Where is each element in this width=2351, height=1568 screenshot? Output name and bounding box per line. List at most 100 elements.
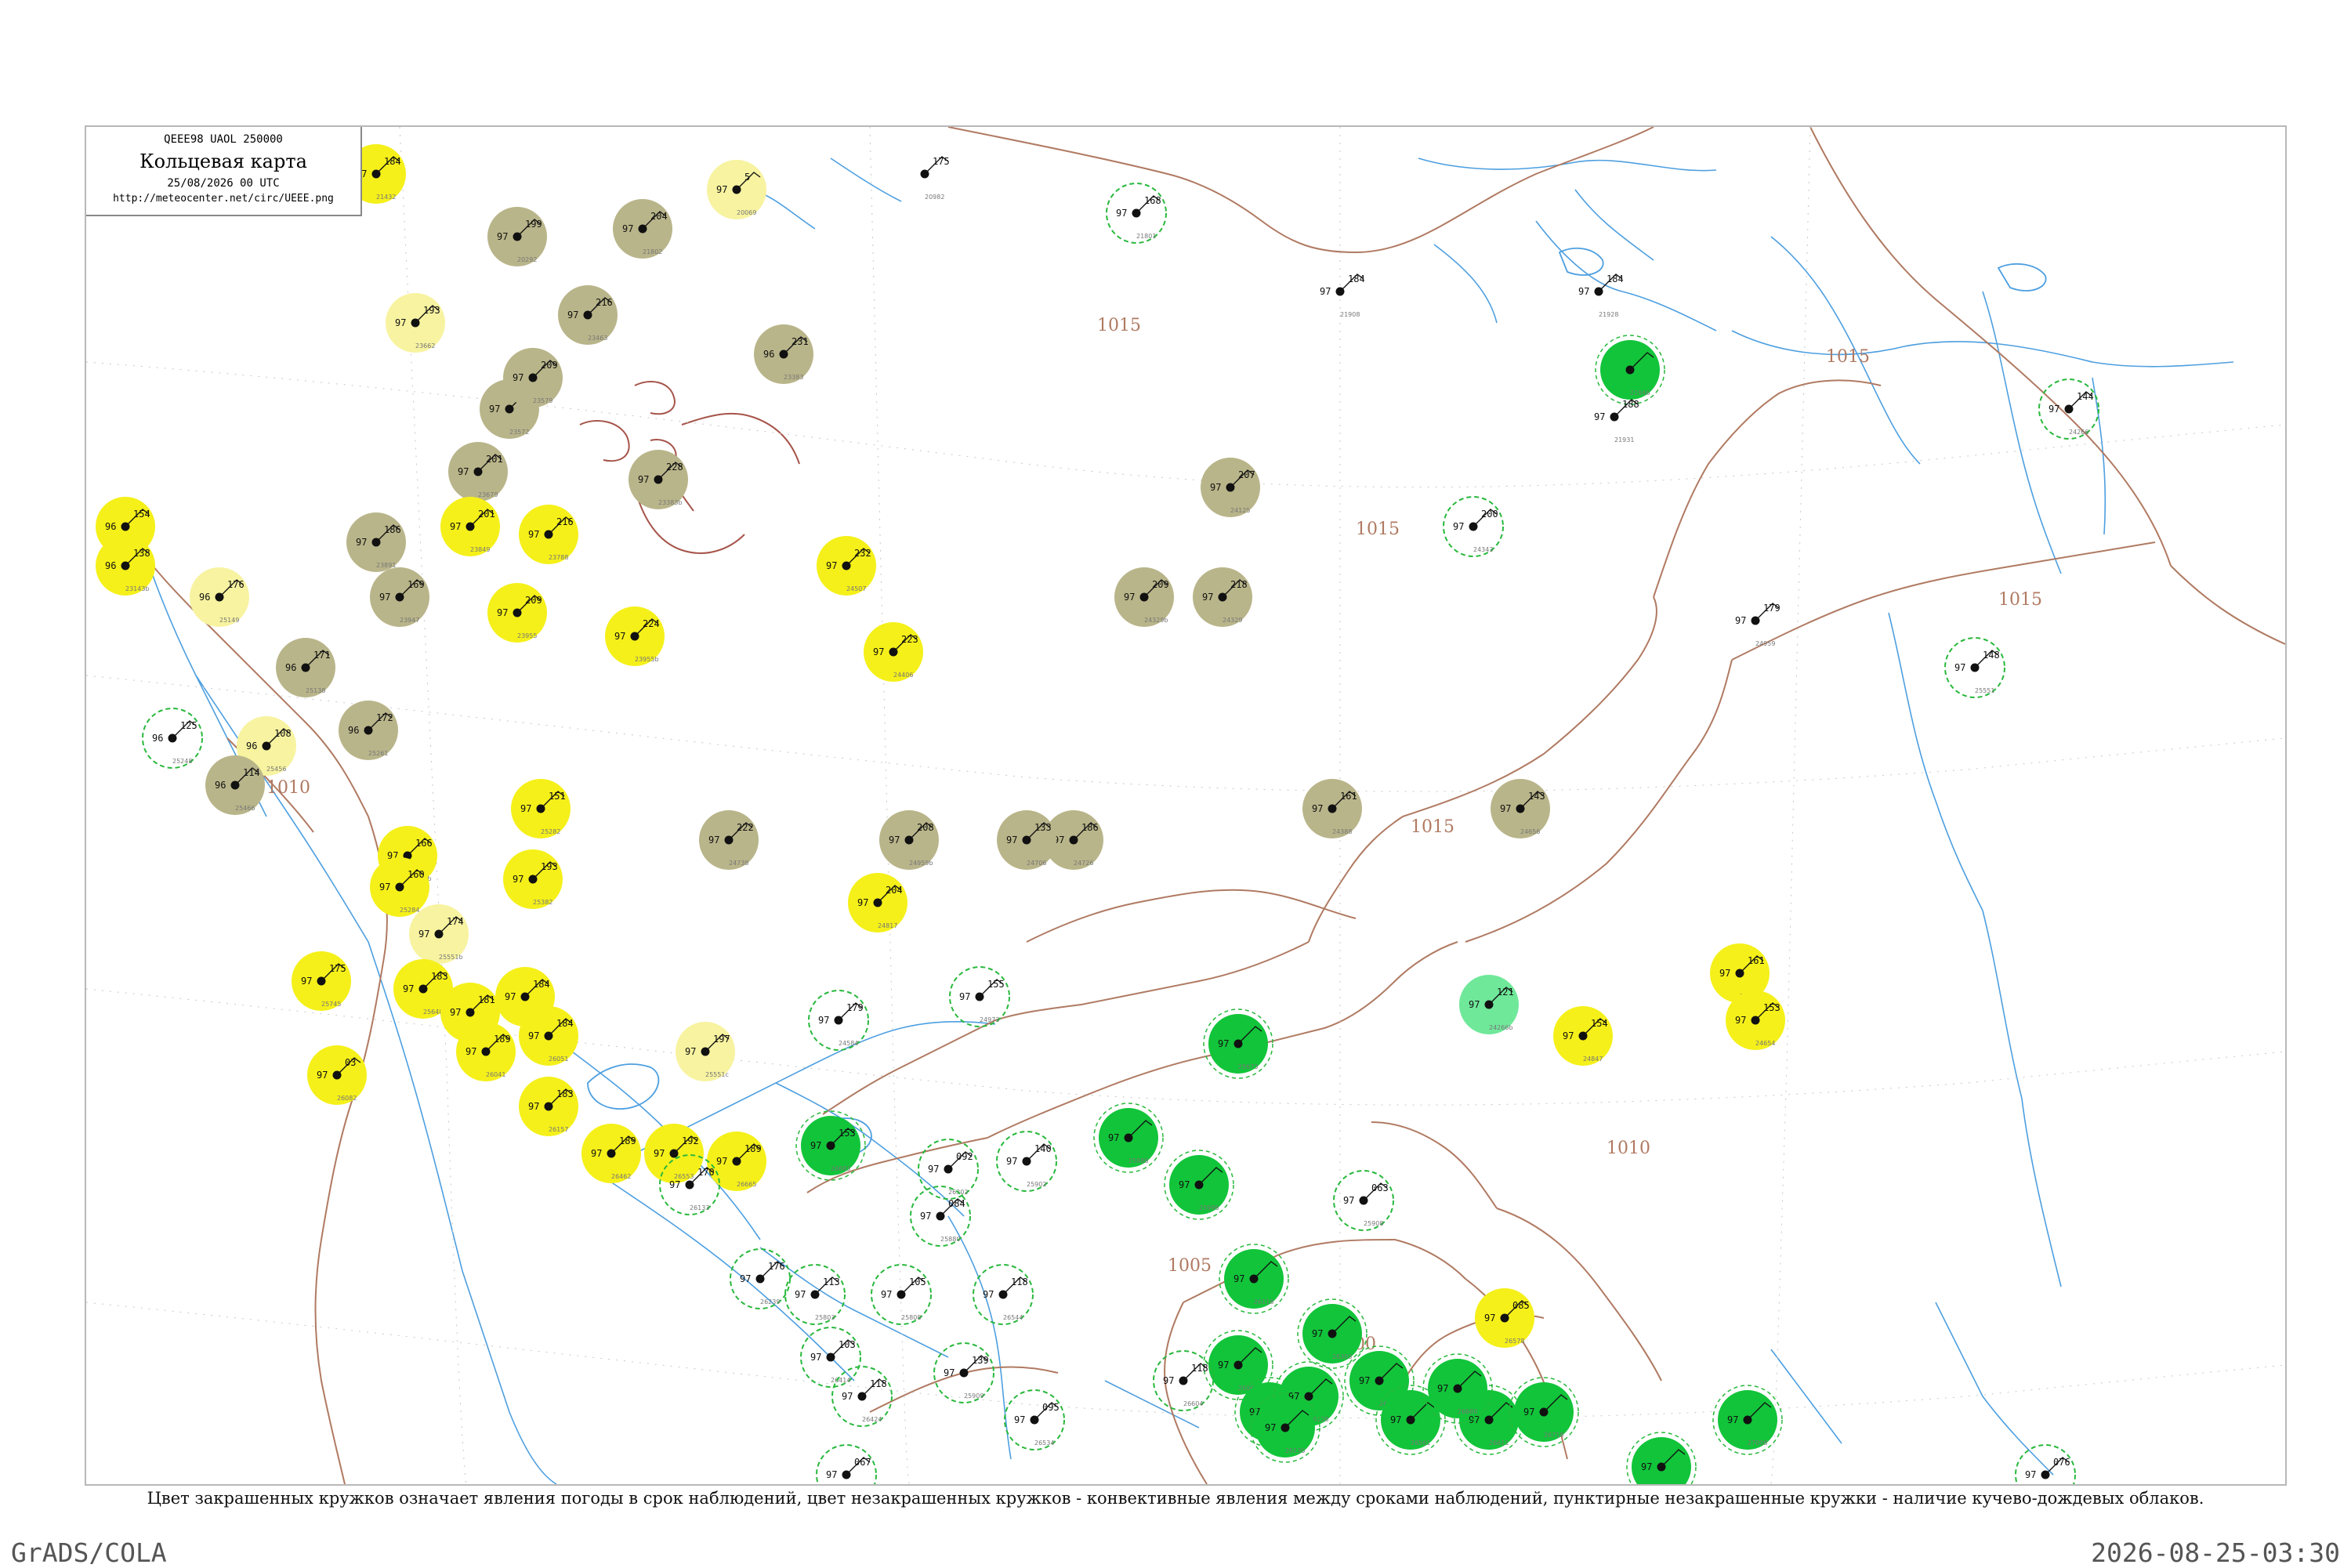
- station-25909: 97 139 25909: [933, 1342, 994, 1403]
- station-temperature: 96: [105, 560, 116, 571]
- station-index: 26561: [1411, 1439, 1430, 1447]
- station-index: 26665: [737, 1181, 756, 1188]
- water-layer: [132, 158, 2234, 1484]
- station-index: 21432: [376, 194, 396, 201]
- station-24959: 97 179 24959: [1735, 603, 1780, 647]
- station-index: 24266b: [1489, 1024, 1513, 1031]
- station-index: 23579: [533, 397, 552, 404]
- station-temperature: 97: [1108, 1132, 1119, 1143]
- station-index: 24584: [839, 1040, 858, 1047]
- footer-timestamp: 2026-08-25-03:30: [2091, 1537, 2340, 1568]
- station-index: 24343: [1473, 546, 1493, 553]
- station-temperature: 97: [669, 1179, 680, 1190]
- station-pressure: 183: [431, 971, 448, 982]
- station-pressure: 161: [1340, 791, 1357, 802]
- station-index: 23788: [549, 554, 568, 561]
- station-index: 26611: [1489, 1439, 1509, 1447]
- station-27008: 97 27008: [1712, 1385, 1783, 1455]
- station-21802: 97 204 21802: [613, 199, 672, 259]
- station-index: 24388: [1332, 828, 1352, 835]
- station-index: 25908: [1364, 1220, 1383, 1227]
- station-26534: 97 095 26534: [1004, 1389, 1065, 1450]
- station-index: 23849: [470, 546, 490, 553]
- station-temperature: 97: [591, 1148, 602, 1159]
- station-pressure: 139: [972, 1355, 989, 1366]
- station-pressure: 161: [1748, 955, 1765, 966]
- station-temperature: 97: [520, 803, 531, 814]
- station-temperature: 97: [489, 404, 500, 415]
- station-pressure: 216: [596, 297, 613, 308]
- station-26041: 97 189 26041: [456, 1022, 516, 1081]
- station-pressure: 222: [737, 822, 754, 833]
- station-26947: 9726947: [1626, 1432, 1697, 1484]
- station-index: 26578: [1505, 1338, 1524, 1345]
- station-temperature: 97: [944, 1367, 955, 1378]
- map-date: 25/08/2026 00 UTC: [167, 177, 280, 190]
- station-temperature: 97: [1437, 1383, 1448, 1394]
- station-23383: 96 231 23383: [754, 324, 813, 384]
- station-pressure: 204: [886, 885, 903, 896]
- station-index: 20982: [925, 194, 944, 201]
- station-pressure: 186: [1081, 822, 1099, 833]
- station-26553: 9719226553: [644, 1124, 704, 1183]
- station-26303: 97 26303: [1297, 1298, 1367, 1369]
- station-26676: 9707626676: [2015, 1444, 2076, 1484]
- station-pressure: 084: [948, 1198, 965, 1209]
- station-24584: 97 179 24584: [808, 990, 869, 1051]
- map-url-link[interactable]: http://meteocenter.net/circ/UEEE.png: [86, 193, 360, 205]
- station-temperature: 97: [1453, 521, 1464, 532]
- station-temperature: 97: [889, 835, 900, 846]
- station-index: 25551: [1975, 687, 1994, 694]
- station-pressure: 170: [697, 1167, 715, 1178]
- station-pressure: 200: [1481, 509, 1498, 520]
- station-pressure: 103: [839, 1339, 856, 1350]
- station-index: 25466: [235, 805, 255, 812]
- station-24738: 97 222 24738: [699, 810, 759, 870]
- station-pressure: 114: [243, 767, 260, 778]
- station-index: 24817: [878, 922, 897, 929]
- station-temperature: 97: [513, 372, 523, 383]
- station-pressure: 168: [1144, 195, 1161, 206]
- station-temperature: 97: [983, 1289, 994, 1300]
- isobar-label: 1015: [1356, 520, 1400, 539]
- station-24847: 97 154 24847: [1553, 1006, 1613, 1066]
- station-25248: 96 125 25248: [142, 708, 203, 769]
- station-pressure: 143: [1528, 791, 1545, 802]
- station-24266b: 97 121 24266b: [1459, 975, 1519, 1034]
- station-pressure: 113: [823, 1276, 840, 1287]
- station-index: 25284: [400, 907, 419, 914]
- station-index: 24507: [846, 585, 866, 592]
- station-index: 20292: [517, 256, 537, 263]
- station-pressure: 208: [917, 822, 934, 833]
- station-index: 25909: [964, 1392, 984, 1400]
- station-index: 26082: [337, 1095, 357, 1102]
- station-temperature: 97: [317, 1070, 328, 1081]
- station-pressure: 209: [541, 360, 558, 371]
- station-temperature: 97: [740, 1273, 751, 1284]
- station-pressure: 184: [533, 979, 550, 990]
- station-index: 24329b: [1144, 617, 1168, 624]
- station-23788: 97 216 23788: [519, 505, 578, 564]
- station-index: 24738: [729, 860, 748, 867]
- station-temperature: 97: [1735, 1015, 1746, 1026]
- station-pressure: 216: [556, 516, 574, 527]
- station-24817: 97 204 24817: [848, 873, 907, 932]
- station-24656: 97 143 24656: [1491, 779, 1550, 838]
- station-temperature: 97: [920, 1211, 931, 1222]
- station-index: 26604: [1183, 1400, 1203, 1407]
- station-pressure: 179: [1763, 603, 1780, 614]
- station-23955b: 97 224 23955b: [605, 607, 665, 666]
- station-temperature: 97: [528, 1030, 539, 1041]
- station-26665: 97 189 26665: [707, 1132, 766, 1191]
- station-index: 25138: [306, 687, 325, 694]
- station-index: 24726: [1074, 860, 1093, 867]
- footer-grads-label: GrADS/COLA: [11, 1537, 167, 1568]
- station-temperature: 97: [450, 1007, 461, 1018]
- station-temperature: 97: [826, 1469, 837, 1480]
- station-temperature: 97: [1124, 592, 1135, 603]
- station-24973: 97 155 24973: [949, 966, 1010, 1027]
- station-24343: 97 200 24343: [1443, 496, 1504, 557]
- station-temperature: 97: [1312, 803, 1323, 814]
- station-temperature: 97: [708, 835, 719, 846]
- product-code: QEEE98 UAOL 250000: [164, 133, 283, 146]
